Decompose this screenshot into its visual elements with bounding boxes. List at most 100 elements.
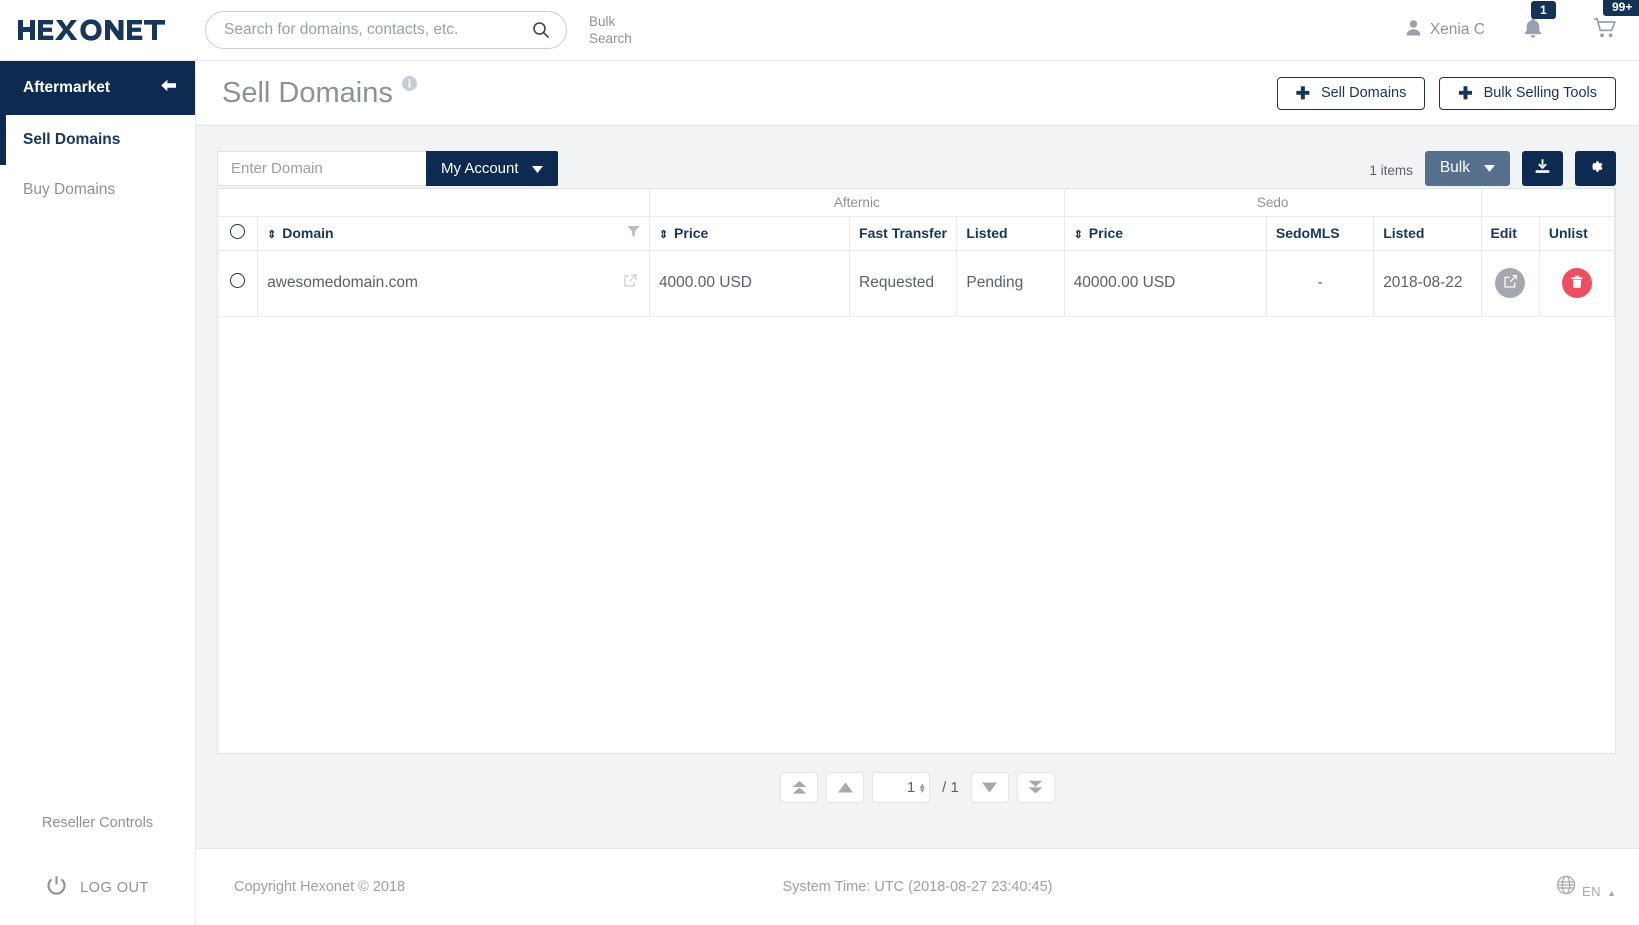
cell-afternic-listed: Pending bbox=[956, 250, 1065, 317]
column-header-sedomls[interactable]: SedoMLS bbox=[1266, 216, 1375, 251]
reseller-controls-link[interactable]: Reseller Controls bbox=[0, 815, 195, 831]
page-header-actions: ✚ Sell Domains ✚ Bulk Selling Tools bbox=[1276, 76, 1616, 110]
cart-button[interactable]: 99+ bbox=[1593, 0, 1639, 44]
download-icon bbox=[1534, 158, 1551, 178]
column-header-domain[interactable]: ⇕ Domain bbox=[257, 216, 650, 251]
column-header-domain-label: Domain bbox=[282, 225, 334, 241]
caret-up-icon: ▲ bbox=[1607, 888, 1616, 898]
column-header-unlist: Unlist bbox=[1539, 216, 1615, 251]
column-header-afternic-listed[interactable]: Listed bbox=[956, 216, 1065, 251]
row-select-radio[interactable] bbox=[230, 273, 246, 288]
cell-unlist bbox=[1539, 250, 1615, 317]
logout-button[interactable]: LOG OUT bbox=[0, 875, 195, 900]
sort-icon[interactable]: ⇕ bbox=[267, 229, 276, 241]
chevron-down-icon bbox=[531, 160, 543, 177]
notifications-button[interactable]: 1 bbox=[1523, 0, 1556, 44]
gear-icon bbox=[1587, 158, 1604, 178]
group-header-afternic: Afternic bbox=[649, 189, 1065, 217]
sidebar-section-title: Aftermarket bbox=[0, 61, 195, 115]
column-header-sedo-listed[interactable]: Listed bbox=[1373, 216, 1482, 251]
info-icon[interactable] bbox=[401, 76, 417, 96]
cell-afternic-price: 4000.00 USD bbox=[649, 250, 851, 317]
previous-page-button[interactable] bbox=[826, 772, 865, 803]
last-page-button[interactable] bbox=[1016, 772, 1055, 803]
cell-sedo-listed: 2018-08-22 bbox=[1373, 250, 1482, 317]
cell-sedo-price: 40000.00 USD bbox=[1064, 250, 1267, 317]
bulk-selling-tools-button[interactable]: ✚ Bulk Selling Tools bbox=[1439, 76, 1616, 110]
spinner-arrows-icon[interactable]: ▲ ▼ bbox=[918, 781, 926, 794]
language-selector[interactable]: EN ▲ bbox=[1556, 875, 1616, 899]
edit-row-button[interactable] bbox=[1495, 268, 1526, 298]
globe-icon bbox=[1556, 875, 1576, 899]
sidebar-item-label: Sell Domains bbox=[23, 131, 121, 148]
table-row[interactable]: awesomedomain.com 4000.00 USD Requested … bbox=[218, 250, 1615, 317]
bulk-selling-tools-button-label: Bulk Selling Tools bbox=[1483, 85, 1597, 101]
column-header-sedo-price-label: Price bbox=[1088, 225, 1124, 241]
sell-domains-button[interactable]: ✚ Sell Domains bbox=[1276, 76, 1426, 110]
bulk-button-label: Bulk bbox=[1439, 159, 1470, 176]
pagination: ▲ ▼ / 1 bbox=[196, 772, 1639, 803]
group-header-sedo: Sedo bbox=[1064, 189, 1482, 217]
group-header-blank-left bbox=[218, 189, 650, 217]
table-group-header-row: Afternic Sedo bbox=[218, 189, 1615, 217]
column-header-select[interactable] bbox=[218, 216, 259, 251]
bulk-search-link[interactable]: Bulk Search bbox=[589, 13, 649, 47]
language-label: EN bbox=[1582, 884, 1602, 899]
top-header-bar: Bulk Search Xenia C 1 bbox=[0, 0, 1639, 61]
download-button[interactable] bbox=[1522, 150, 1563, 186]
filter-icon[interactable] bbox=[627, 225, 640, 241]
bulk-actions-button[interactable]: Bulk bbox=[1424, 150, 1510, 186]
column-header-edit: Edit bbox=[1481, 216, 1540, 251]
settings-button[interactable] bbox=[1575, 150, 1616, 186]
page-title: Sell Domains bbox=[222, 76, 393, 109]
items-count: 1 items bbox=[1369, 162, 1413, 178]
domain-input[interactable] bbox=[217, 150, 426, 186]
sidebar-title-label: Aftermarket bbox=[23, 79, 111, 96]
search-input[interactable] bbox=[206, 12, 566, 48]
cell-edit bbox=[1481, 250, 1540, 317]
domains-table: Afternic Sedo ⇕ Domain ⇕ Price Fast Tran… bbox=[218, 189, 1615, 317]
cell-fast-transfer: Requested bbox=[849, 250, 958, 317]
unlist-row-button[interactable] bbox=[1561, 268, 1592, 298]
user-menu[interactable]: Xenia C bbox=[1406, 19, 1485, 41]
person-icon bbox=[1406, 19, 1421, 41]
spinner-down-icon[interactable]: ▼ bbox=[918, 786, 926, 794]
footer: Copyright Hexonet © 2018 System Time: UT… bbox=[196, 848, 1639, 925]
column-header-sedo-price[interactable]: ⇕ Price bbox=[1064, 216, 1267, 251]
external-link-icon[interactable] bbox=[624, 274, 637, 292]
row-select-cell[interactable] bbox=[218, 250, 259, 317]
bulk-search-line2: Search bbox=[589, 31, 632, 46]
copyright-text: Copyright Hexonet © 2018 bbox=[234, 879, 406, 895]
select-all-radio[interactable] bbox=[230, 224, 246, 239]
bulk-search-line1: Bulk bbox=[589, 14, 616, 29]
user-name: Xenia C bbox=[1429, 21, 1485, 38]
trash-icon bbox=[1570, 275, 1584, 292]
sort-icon[interactable]: ⇕ bbox=[659, 229, 668, 241]
search-icon[interactable] bbox=[532, 21, 550, 39]
page-number-field[interactable]: ▲ ▼ bbox=[872, 772, 931, 803]
cart-badge: 99+ bbox=[1603, 0, 1639, 16]
header-right-controls: Xenia C 1 99+ bbox=[1406, 0, 1639, 61]
page-total-separator: / 1 bbox=[942, 779, 959, 796]
column-header-afternic-price[interactable]: ⇕ Price bbox=[649, 216, 851, 251]
first-page-button[interactable] bbox=[780, 772, 819, 803]
cell-sedomls: - bbox=[1266, 250, 1375, 317]
collapse-arrow-icon[interactable] bbox=[160, 79, 177, 97]
sidebar-item-sell-domains[interactable]: Sell Domains bbox=[0, 115, 195, 165]
cell-domain: awesomedomain.com bbox=[257, 250, 650, 317]
table-toolbar: My Account 1 items Bulk bbox=[196, 126, 1639, 188]
domains-table-card: Afternic Sedo ⇕ Domain ⇕ Price Fast Tran… bbox=[217, 188, 1616, 754]
hexonet-logo[interactable] bbox=[0, 18, 196, 42]
column-header-fast-transfer[interactable]: Fast Transfer bbox=[849, 216, 958, 251]
sort-icon[interactable]: ⇕ bbox=[1074, 229, 1083, 241]
domain-name: awesomedomain.com bbox=[267, 274, 418, 291]
page-header: Sell Domains ✚ Sell Domains ✚ Bulk Selli… bbox=[196, 61, 1639, 126]
global-search[interactable] bbox=[205, 11, 567, 49]
next-page-button[interactable] bbox=[970, 772, 1009, 803]
account-select-button[interactable]: My Account bbox=[426, 150, 558, 186]
chevron-down-icon bbox=[1484, 159, 1495, 177]
bell-icon bbox=[1523, 17, 1543, 44]
sidebar-item-buy-domains[interactable]: Buy Domains bbox=[0, 165, 195, 215]
table-header-row: ⇕ Domain ⇕ Price Fast Transfer Listed ⇕ bbox=[218, 216, 1615, 251]
main-content: My Account 1 items Bulk bbox=[196, 126, 1639, 848]
